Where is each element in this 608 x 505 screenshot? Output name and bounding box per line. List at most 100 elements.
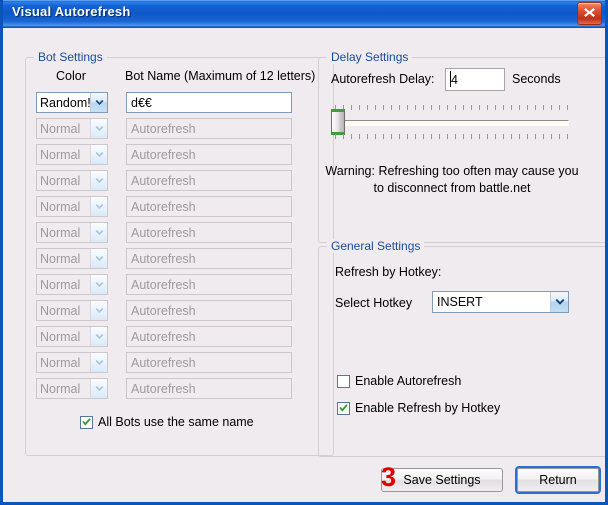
bot-row: Random!	[36, 92, 292, 114]
chevron-down-icon	[90, 197, 107, 216]
chevron-down-icon	[90, 249, 107, 268]
chevron-down-icon	[90, 223, 107, 242]
title-bar: Visual Autorefresh	[3, 0, 605, 28]
checkbox-box	[337, 401, 350, 415]
close-icon	[584, 8, 595, 17]
bot-color-value-11: Normal	[40, 355, 81, 370]
select-hotkey-label: Select Hotkey	[335, 296, 413, 310]
bot-name-input-7	[126, 248, 292, 269]
bot-color-value-1: Random!	[40, 95, 90, 110]
bot-color-value-10: Normal	[40, 329, 81, 344]
text-caret	[450, 71, 451, 87]
visual-autorefresh-window: Visual Autorefresh Bot Settings Color Bo…	[0, 0, 608, 505]
bot-row: Normal	[36, 352, 292, 374]
bot-name-input-3	[126, 144, 292, 165]
bot-row: Normal	[36, 170, 292, 192]
close-button[interactable]	[577, 2, 602, 25]
autorefresh-delay-label: Autorefresh Delay:	[331, 72, 435, 86]
bot-color-value-7: Normal	[40, 251, 81, 266]
bot-name-input-9	[126, 300, 292, 321]
bot-color-select-1[interactable]: Random!	[36, 92, 108, 113]
bot-color-value-8: Normal	[40, 277, 81, 292]
slider-thumb[interactable]	[331, 109, 345, 135]
chevron-down-icon	[90, 145, 107, 164]
bot-name-input-6	[126, 222, 292, 243]
bot-color-value-3: Normal	[40, 147, 81, 162]
bot-row: Normal	[36, 196, 292, 218]
bot-row: Normal	[36, 274, 292, 296]
bot-color-value-6: Normal	[40, 225, 81, 240]
column-header-bot-name: Bot Name (Maximum of 12 letters)	[125, 69, 316, 83]
bot-color-select-8: Normal	[36, 274, 108, 295]
chevron-down-icon	[550, 292, 568, 312]
bot-name-input-4	[126, 170, 292, 191]
bot-name-input-12	[126, 378, 292, 399]
bot-settings-legend: Bot Settings	[34, 50, 107, 64]
save-settings-button[interactable]: Save Settings	[381, 468, 503, 492]
window-title: Visual Autorefresh	[12, 4, 131, 19]
chevron-down-icon	[90, 119, 107, 138]
bot-row: Normal	[36, 248, 292, 270]
bot-row: Normal	[36, 326, 292, 348]
enable-refresh-by-hotkey-label: Enable Refresh by Hotkey	[355, 401, 501, 415]
delay-warning-line-1: Warning: Refreshing too often may cause …	[325, 164, 579, 178]
bot-color-select-2: Normal	[36, 118, 108, 139]
enable-autorefresh-checkbox[interactable]: Enable Autorefresh	[337, 374, 461, 388]
chevron-down-icon	[90, 301, 107, 320]
chevron-down-icon	[90, 171, 107, 190]
slider-ticks-top	[335, 105, 571, 110]
refresh-by-hotkey-label: Refresh by Hotkey:	[335, 265, 442, 279]
checkmark-icon	[339, 403, 348, 412]
chevron-down-icon	[90, 353, 107, 372]
bot-color-value-5: Normal	[40, 199, 81, 214]
column-header-color: Color	[56, 69, 86, 83]
general-settings-legend: General Settings	[327, 239, 425, 253]
bot-color-select-6: Normal	[36, 222, 108, 243]
bot-name-input-2	[126, 118, 292, 139]
enable-autorefresh-label: Enable Autorefresh	[355, 374, 462, 388]
delay-settings-legend: Delay Settings	[327, 50, 413, 64]
enable-refresh-by-hotkey-checkbox[interactable]: Enable Refresh by Hotkey	[337, 401, 500, 415]
checkbox-box	[337, 374, 350, 388]
bot-color-select-5: Normal	[36, 196, 108, 217]
bot-color-select-12: Normal	[36, 378, 108, 399]
chevron-down-icon	[90, 327, 107, 346]
seconds-label: Seconds	[512, 72, 561, 86]
bot-name-input-8	[126, 274, 292, 295]
hotkey-select[interactable]: INSERT	[432, 291, 569, 313]
slider-track	[337, 120, 569, 126]
bot-name-input-10	[126, 326, 292, 347]
bot-color-value-2: Normal	[40, 121, 81, 136]
bot-color-select-7: Normal	[36, 248, 108, 269]
bot-row: Normal	[36, 222, 292, 244]
bot-name-input-11	[126, 352, 292, 373]
delay-warning-line-2: to disconnect from battle.net	[373, 181, 531, 195]
bot-color-select-9: Normal	[36, 300, 108, 321]
chevron-down-icon	[90, 93, 107, 112]
bot-color-select-4: Normal	[36, 170, 108, 191]
bot-row: Normal	[36, 118, 292, 140]
bot-color-select-10: Normal	[36, 326, 108, 347]
bot-row: Normal	[36, 300, 292, 322]
chevron-down-icon	[90, 379, 107, 398]
hotkey-value: INSERT	[437, 295, 483, 309]
chevron-down-icon	[90, 275, 107, 294]
all-bots-same-name-checkbox[interactable]: All Bots use the same name	[80, 415, 254, 429]
autorefresh-delay-input[interactable]	[445, 68, 505, 91]
bot-color-value-4: Normal	[40, 173, 81, 188]
bot-rows-list: Random! Normal Normal	[36, 92, 292, 404]
bot-color-value-9: Normal	[40, 303, 81, 318]
delay-slider[interactable]	[331, 105, 571, 139]
bot-row: Normal	[36, 378, 292, 400]
return-button[interactable]: Return	[517, 468, 599, 492]
checkmark-icon	[82, 417, 91, 426]
all-bots-same-name-label: All Bots use the same name	[98, 415, 254, 429]
slider-ticks-bottom	[335, 134, 571, 139]
bot-color-value-12: Normal	[40, 381, 81, 396]
bot-row: Normal	[36, 144, 292, 166]
bot-color-select-3: Normal	[36, 144, 108, 165]
bot-name-input-1[interactable]	[126, 92, 292, 113]
delay-warning-text: Warning: Refreshing too often may cause …	[316, 163, 588, 197]
bot-name-input-5	[126, 196, 292, 217]
checkbox-box	[80, 415, 93, 429]
